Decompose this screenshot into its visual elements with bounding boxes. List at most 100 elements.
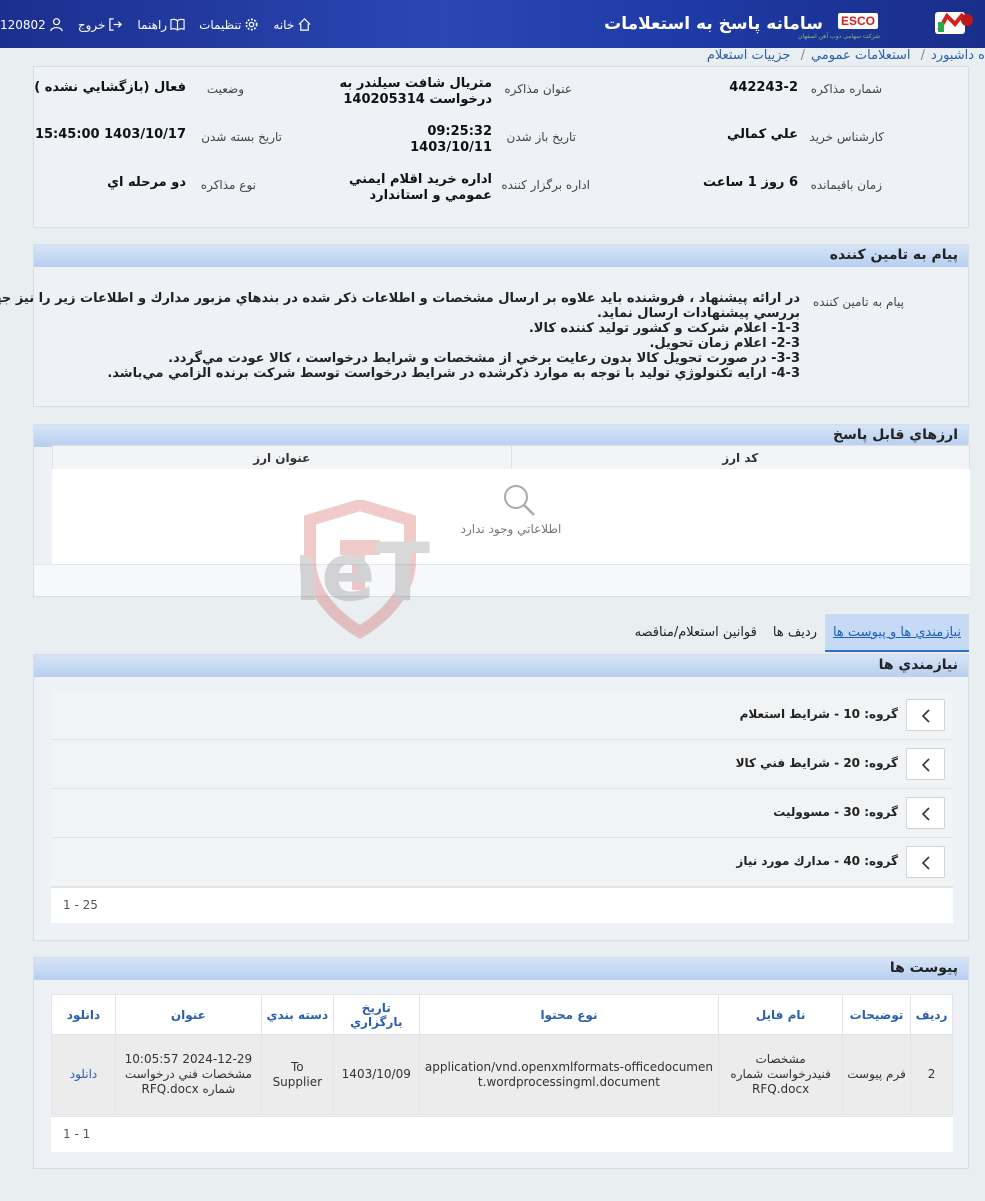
expert-value: علي كمالي [726, 127, 798, 142]
attachments-panel: پيوست ها رديف توضيحات نام فايل نوع محتوا… [33, 957, 969, 1169]
exit-button[interactable]: خروج [78, 17, 124, 32]
tab-rules[interactable]: قوانين استعلام/مناقصه [627, 614, 765, 652]
organizer-value-2: عمومي و استاندارد [369, 188, 492, 203]
settings-label: تنظیمات [199, 17, 242, 32]
table-row: 2 فرم پيوست مشخصات فنيدرخواست شماره RFQ.… [51, 1034, 953, 1115]
chevron-left-icon [921, 807, 930, 821]
home-button[interactable]: خانه [273, 17, 312, 32]
supplier-message-panel: پيام به تامين كننده پيام به تامين كننده … [0, 244, 969, 407]
col-title[interactable]: عنوان [114, 994, 262, 1035]
book-icon [170, 18, 185, 31]
attachments-title: پيوست ها [34, 958, 968, 980]
expand-button[interactable] [906, 797, 945, 829]
gear-icon [245, 18, 258, 31]
requirement-group[interactable]: گروه: 10 - شرايط استعلام [51, 691, 953, 740]
requirements-pager: 1 - 25 [51, 887, 953, 923]
col-file-name[interactable]: نام فايل [718, 994, 844, 1035]
tab-requirements-attachments[interactable]: نيازمندي ها و پيوست ها [824, 614, 969, 652]
number-label: شماره مذاكره [810, 82, 882, 96]
close-date-label: تاريخ بسته شدن [201, 130, 282, 144]
chevron-left-icon [921, 856, 930, 870]
guide-label: راهنما [137, 17, 168, 32]
requirement-group[interactable]: گروه: 30 - مسووليت [51, 789, 953, 838]
user-menu[interactable]: 120802 [0, 17, 64, 32]
expand-button[interactable] [906, 699, 945, 731]
currency-title-header[interactable]: عنوان ارز [52, 445, 512, 470]
company-logo-icon [935, 12, 973, 34]
requirement-group[interactable]: گروه: 40 - مدارك مورد نياز [51, 838, 953, 887]
message-line: 4-3- ارايه تكنولوژي توليد با توجه به موا… [107, 366, 800, 381]
col-download[interactable]: دانلود [51, 994, 116, 1035]
currencies-table: كد ارز عنوان ارز [52, 445, 971, 470]
negotiation-type-value: دو مرحله اي [107, 175, 186, 190]
requirement-group-label: گروه: 20 - شرايط فني كالا [735, 756, 898, 770]
col-upload-date[interactable]: تاريخ بارگزاري [332, 994, 420, 1035]
cell-upload-date: 1403/10/09 [332, 1034, 420, 1115]
status-label: وضعيت [206, 82, 244, 96]
logout-icon [109, 18, 123, 31]
inquiry-details-panel: شماره مذاكره 442243-2 عنوان مذاكره متريا… [33, 66, 969, 228]
message-line: در ارائه پيشنهاد ، فروشنده بايد علاوه بر… [0, 291, 800, 306]
brand-subtitle: شرکت سهامی ذوب آهن اصفهان [798, 33, 880, 40]
app-title: سامانه پاسخ به استعلامات [604, 14, 823, 34]
cell-file-name: مشخصات فنيدرخواست شماره RFQ.docx [718, 1034, 844, 1115]
chevron-left-icon [921, 709, 930, 723]
message-line: 1-3- اعلام شركت و كشور توليد كننده كالا. [528, 321, 800, 336]
status-value: فعال (بازگشايي نشده ) [34, 80, 186, 95]
currencies-title: ارزهاي قابل پاسخ [34, 425, 968, 447]
negotiation-type-label: نوع مذاكره [200, 178, 256, 192]
search-icon [504, 485, 535, 516]
user-icon [50, 18, 63, 32]
breadcrumb: ه داشبورد/ استعلامات عمومي/ جزييات استعل… [706, 48, 985, 63]
cell-row: 2 [910, 1034, 953, 1115]
currencies-footer [34, 564, 970, 596]
tab-bar: نيازمندي ها و پيوست ها رديف ها قوانين اس… [627, 614, 969, 652]
col-row[interactable]: رديف [910, 994, 953, 1035]
expand-button[interactable] [906, 748, 945, 780]
supplier-message-title: پيام به تامين كننده [34, 245, 968, 267]
app-header: ESCO شرکت سهامی ذوب آهن اصفهان سامانه پا… [0, 0, 985, 48]
attachments-table: رديف توضيحات نام فايل نوع محتوا تاريخ با… [51, 994, 953, 1115]
remaining-time-value: 6 روز 1 ساعت [702, 175, 798, 190]
header-toolbar: 120802 خروج راهنما تنظیمات خانه [0, 17, 312, 32]
home-icon [298, 18, 311, 31]
user-id: 120802 [0, 17, 46, 32]
message-line: 2-3- اعلام زمان تحويل. [649, 336, 800, 351]
cell-title: 2024-12-29 10:05:57 مشخصات فني درخواست ش… [114, 1034, 262, 1115]
guide-button[interactable]: راهنما [137, 17, 185, 32]
chevron-left-icon [921, 758, 930, 772]
pager-text: 1 - 1 [63, 1127, 91, 1141]
requirements-title: نيازمندي ها [34, 655, 968, 677]
brand-logo-text: ESCO [837, 13, 878, 29]
breadcrumb-item-inquiry-details[interactable]: جزييات استعلام [707, 48, 791, 63]
subject-value-2: درخواست 140205314 [343, 92, 492, 107]
organizer-label: اداره برگزار كننده [501, 178, 590, 192]
requirement-group[interactable]: گروه: 20 - شرايط فني كالا [51, 740, 953, 789]
message-line: 3-3- در صورت تحويل كالا بدون رعايت برخي … [168, 351, 800, 366]
supplier-message-text: در ارائه پيشنهاد ، فروشنده بايد علاوه بر… [0, 291, 800, 381]
col-description[interactable]: توضيحات [842, 994, 912, 1035]
requirement-group-label: گروه: 30 - مسووليت [773, 805, 898, 819]
exit-label: خروج [77, 17, 106, 32]
currency-code-header[interactable]: كد ارز [510, 445, 971, 470]
home-label: خانه [273, 17, 295, 32]
col-content-type[interactable]: نوع محتوا [418, 994, 720, 1035]
breadcrumb-item-public-inquiries[interactable]: استعلامات عمومي [811, 48, 911, 63]
currencies-panel: ارزهاي قابل پاسخ كد ارز عنوان ارز اطلاعا… [33, 424, 971, 597]
expand-button[interactable] [906, 846, 945, 878]
message-line: بررسي پيشنهادات ارسال نمايد. [596, 306, 800, 321]
breadcrumb-item-dashboard[interactable]: ه داشبورد [931, 48, 985, 63]
requirement-group-label: گروه: 10 - شرايط استعلام [739, 707, 898, 721]
currencies-empty-state: اطلاعاتي وجود ندارد [52, 469, 970, 564]
tab-rows[interactable]: رديف ها [765, 614, 825, 652]
cell-description: فرم پيوست [842, 1034, 912, 1115]
download-link[interactable]: دانلود [51, 1034, 116, 1115]
cell-category: To Supplier [260, 1034, 334, 1115]
settings-button[interactable]: تنظیمات [199, 17, 259, 32]
empty-message: اطلاعاتي وجود ندارد [460, 522, 562, 536]
col-category[interactable]: دسته بندي [260, 994, 334, 1035]
organizer-value-1: اداره خريد اقلام ايمني [348, 172, 492, 187]
subject-label: عنوان مذاكره [504, 82, 572, 96]
cell-content-type: application/vnd.openxmlformats-officedoc… [418, 1034, 720, 1115]
requirement-group-label: گروه: 40 - مدارك مورد نياز [736, 854, 898, 868]
